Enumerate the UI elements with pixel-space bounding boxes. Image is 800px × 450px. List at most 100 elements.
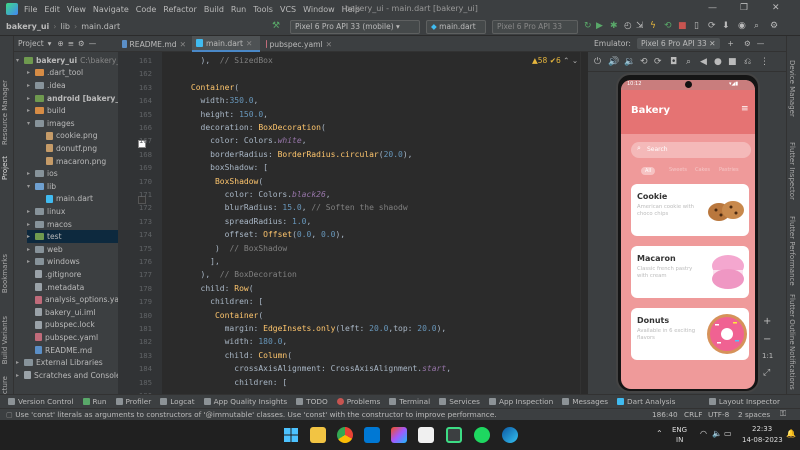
- code-line[interactable]: boxShadow: [: [162, 161, 268, 175]
- chevron-right-icon[interactable]: ▸: [16, 372, 24, 379]
- tree-item[interactable]: analysis_options.yam: [27, 293, 118, 306]
- tab-flutter-inspector[interactable]: Flutter Inspector: [788, 142, 796, 200]
- code-line[interactable]: width: 180.0,: [162, 335, 288, 349]
- hide-icon[interactable]: —: [89, 39, 97, 48]
- code-line[interactable]: BoxShadow(: [162, 175, 263, 189]
- chevron-right-icon[interactable]: ▸: [27, 82, 35, 89]
- menu-build[interactable]: Build: [204, 5, 224, 14]
- rotate-right-icon[interactable]: ⟳: [654, 57, 662, 67]
- menu-window[interactable]: Window: [303, 5, 335, 14]
- chevron-right-icon[interactable]: ▸: [27, 170, 35, 177]
- tab-messages[interactable]: Messages: [562, 397, 608, 406]
- menu-icon[interactable]: ≡: [741, 104, 749, 114]
- spotify-icon[interactable]: [474, 427, 490, 443]
- tree-item[interactable]: .metadata: [27, 281, 118, 294]
- snapshot-icon[interactable]: ⎌: [744, 57, 751, 67]
- chevron-right-icon[interactable]: ▸: [27, 221, 35, 228]
- hide-icon[interactable]: —: [757, 39, 765, 48]
- search-icon[interactable]: ⌕: [754, 21, 759, 31]
- wifi-icon[interactable]: ◠: [700, 429, 707, 438]
- power-icon[interactable]: ⏻: [594, 57, 601, 67]
- tree-item[interactable]: pubspec.lock: [27, 319, 118, 332]
- volume-down-icon[interactable]: 🔉: [624, 57, 635, 67]
- tree-item[interactable]: ▸ web: [27, 243, 118, 256]
- chevron-right-icon[interactable]: ▸: [16, 359, 24, 366]
- debug-icon[interactable]: ✱: [610, 21, 618, 31]
- chevron-down-icon[interactable]: ▾: [27, 120, 35, 127]
- tree-item[interactable]: macaron.png: [38, 155, 118, 168]
- tab-version-control[interactable]: Version Control: [8, 397, 74, 406]
- notification-bell-icon[interactable]: 🔔: [786, 429, 796, 438]
- chevron-down-icon[interactable]: ▾: [16, 57, 24, 64]
- tree-item[interactable]: main.dart: [38, 193, 118, 206]
- stop-icon[interactable]: ■: [678, 21, 687, 31]
- product-card-cookie[interactable]: Cookie American cookie with choco chips: [631, 184, 749, 236]
- tab-pubspec[interactable]: pubspec.yaml ✕: [262, 36, 336, 52]
- chevron-up-icon[interactable]: ⌃: [656, 429, 663, 438]
- tree-item[interactable]: ▾ lib: [27, 180, 118, 193]
- code-line[interactable]: ), // BoxDecoration: [162, 268, 297, 282]
- tree-item[interactable]: pubspec.yaml: [27, 331, 118, 344]
- chevron-right-icon[interactable]: ▸: [27, 69, 35, 76]
- tree-item[interactable]: ▸ Scratches and Console: [16, 369, 118, 382]
- chevron-right-icon[interactable]: ▸: [27, 233, 35, 240]
- chevron-right-icon[interactable]: ▸: [27, 95, 35, 102]
- tree-item[interactable]: .gitignore: [27, 268, 118, 281]
- vscode-icon[interactable]: [364, 427, 380, 443]
- code-line[interactable]: color: Colors.white,: [162, 134, 306, 148]
- gear-icon[interactable]: ⚙: [78, 39, 85, 48]
- volume-icon[interactable]: 🔈: [712, 429, 722, 438]
- tree-item[interactable]: ▸ build: [27, 104, 118, 117]
- menu-refactor[interactable]: Refactor: [163, 5, 197, 14]
- tree-item[interactable]: ▸ .dart_tool: [27, 67, 118, 80]
- tab-dart-analysis[interactable]: Dart Analysis: [617, 397, 675, 406]
- tab-app-inspection[interactable]: App Inspection: [488, 397, 553, 406]
- tab-notifications[interactable]: Notifications: [788, 346, 796, 390]
- code-line[interactable]: child: Row(: [162, 282, 254, 296]
- tab-layout-inspector[interactable]: Layout Inspector: [708, 397, 780, 406]
- code-line[interactable]: Container(: [162, 309, 263, 323]
- code-line[interactable]: color: Colors.black26,: [162, 188, 331, 202]
- profile-icon[interactable]: ◴: [624, 21, 632, 31]
- caret-position[interactable]: 186:40: [652, 410, 678, 419]
- menu-tools[interactable]: Tools: [253, 5, 273, 14]
- code-line[interactable]: width:350.0,: [162, 94, 259, 108]
- tree-item[interactable]: cookie.png: [38, 130, 118, 143]
- camera-icon[interactable]: ◘: [670, 57, 677, 67]
- menu-file[interactable]: File: [24, 5, 37, 14]
- tab-resource-manager[interactable]: Resource Manager: [1, 80, 9, 145]
- restart-icon[interactable]: ↻: [584, 21, 592, 31]
- edge-icon[interactable]: [502, 427, 518, 443]
- menu-navigate[interactable]: Navigate: [93, 5, 129, 14]
- expand-icon[interactable]: ⊕: [57, 39, 63, 48]
- emulator-device-tab[interactable]: Pixel 6 Pro API 33 ✕: [636, 38, 720, 49]
- clock-time[interactable]: 22:33: [752, 425, 772, 433]
- chrome-icon[interactable]: [337, 427, 353, 443]
- code-line[interactable]: spreadRadius: 1.0,: [162, 215, 312, 229]
- product-card-macaron[interactable]: Macaron Classic french pastry with cream: [631, 246, 749, 298]
- tree-item[interactable]: ▸ android [bakery_ui: [27, 92, 118, 105]
- zoom-out-icon[interactable]: −: [763, 334, 771, 345]
- tab-project[interactable]: Project: [1, 156, 9, 180]
- sync-icon[interactable]: ⟳: [708, 21, 716, 31]
- actual-size-icon[interactable]: 1:1: [762, 352, 773, 360]
- tab-device-manager[interactable]: Device Manager: [788, 60, 796, 117]
- menu-edit[interactable]: Edit: [44, 5, 60, 14]
- code-line[interactable]: borderRadius: BorderRadius.circular(20.0…: [162, 148, 412, 162]
- maximize-icon[interactable]: ❐: [740, 3, 748, 13]
- attach-icon[interactable]: ⇲: [636, 21, 644, 31]
- tree-item[interactable]: ▸ windows: [27, 256, 118, 269]
- code-line[interactable]: ],: [162, 255, 220, 269]
- tab-profiler[interactable]: Profiler: [115, 397, 151, 406]
- tab-todo[interactable]: TODO: [296, 397, 328, 406]
- settings-icon[interactable]: ⚙: [770, 21, 778, 31]
- avd-selector[interactable]: Pixel 6 Pro API 33: [492, 20, 578, 34]
- tab-flutter-outline[interactable]: Flutter Outline: [788, 294, 796, 345]
- device-selector[interactable]: Pixel 6 Pro API 33 (mobile) ▾: [290, 20, 420, 34]
- android-studio-icon[interactable]: [446, 427, 462, 443]
- zoom-icon[interactable]: ⌕: [686, 57, 691, 67]
- gear-icon[interactable]: ⚙: [744, 39, 751, 48]
- menu-code[interactable]: Code: [136, 5, 156, 14]
- menu-view[interactable]: View: [67, 5, 86, 14]
- code-line[interactable]: children: [: [162, 295, 263, 309]
